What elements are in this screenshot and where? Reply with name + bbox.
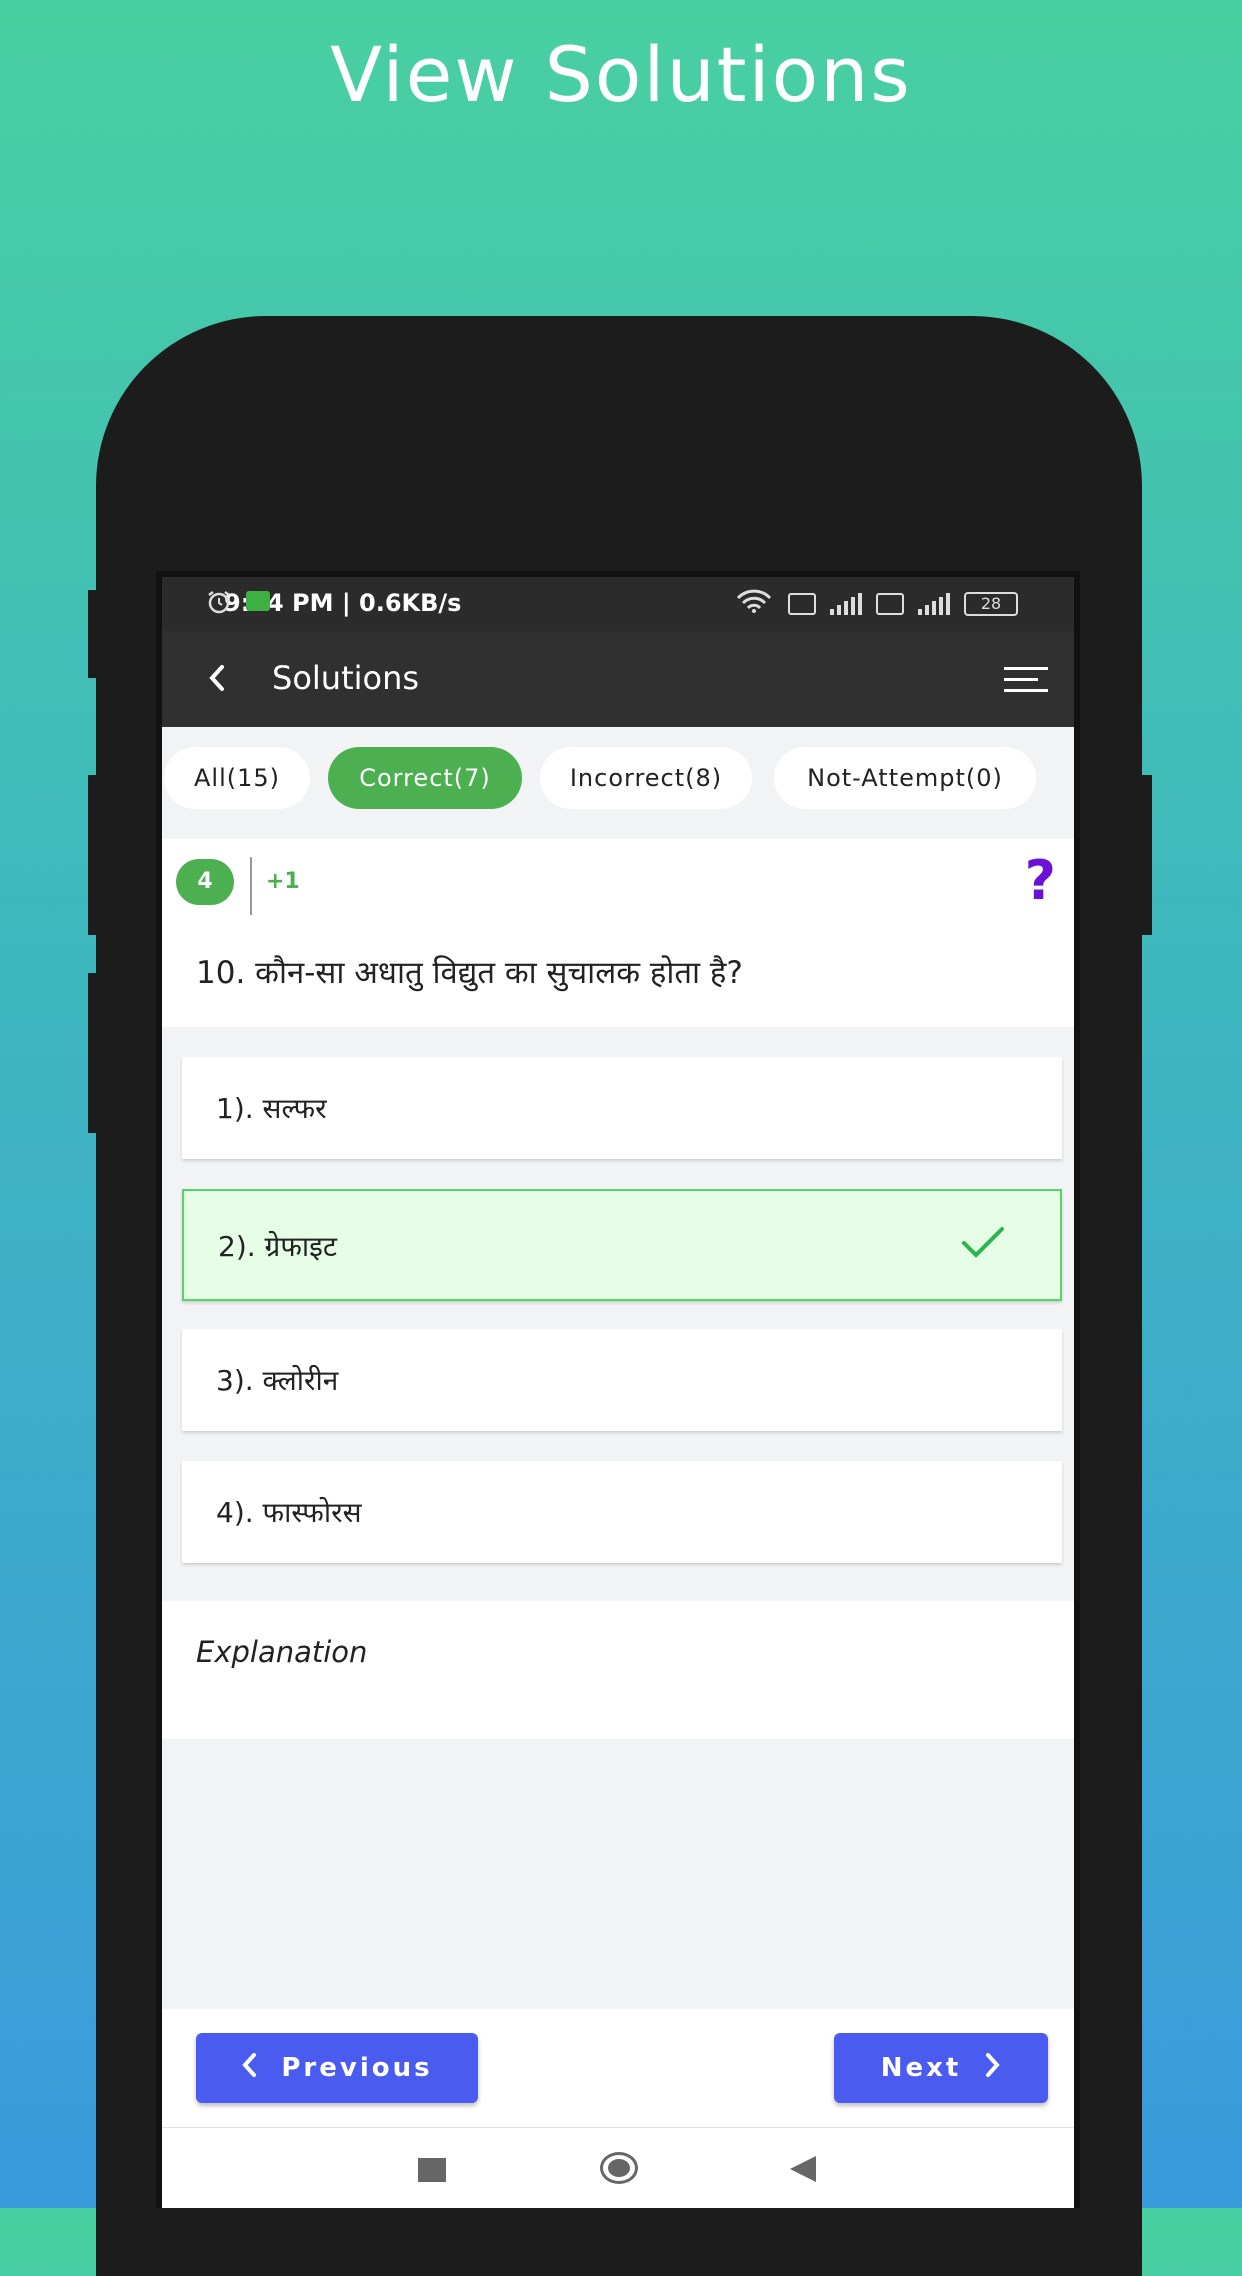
signal-icon-2 (918, 593, 950, 615)
phone-side-button-left-2 (88, 775, 100, 935)
next-button[interactable]: Next (834, 2033, 1048, 2103)
system-navigation-bar (162, 2127, 1074, 2208)
alarm-icon (206, 589, 232, 621)
bottom-nav-bar: Previous Next (162, 2009, 1074, 2127)
app-screen: 9:44 PM | 0.6KB/s 28 Solutions All(15) C… (162, 577, 1074, 2208)
volte-icon-2 (876, 593, 904, 615)
back-arrow-icon[interactable] (206, 661, 228, 699)
filter-correct-chip[interactable]: Correct(7) (328, 747, 522, 809)
chevron-left-icon (241, 2052, 259, 2085)
filter-incorrect-chip[interactable]: Incorrect(8) (540, 747, 752, 809)
status-icons: 28 (208, 589, 1018, 619)
explanation-label: Explanation (196, 1635, 368, 1669)
option-label: 3). क्लोरीन (216, 1364, 339, 1397)
option-4[interactable]: 4). फास्फोरस (182, 1461, 1062, 1563)
chevron-right-icon (983, 2052, 1001, 2085)
notification-app-icon (246, 591, 270, 611)
phone-side-button-right (1140, 775, 1152, 935)
question-text: 10. कौन-सा अधातु विद्युत का सुचालक होता … (196, 955, 743, 991)
signal-icon-1 (830, 593, 862, 615)
checkmark-icon (960, 1225, 1006, 1265)
recent-apps-icon[interactable] (418, 2158, 446, 2182)
status-bar: 9:44 PM | 0.6KB/s 28 (162, 577, 1074, 631)
home-icon[interactable] (600, 2152, 638, 2184)
previous-button[interactable]: Previous (196, 2033, 478, 2103)
volte-icon-1 (788, 593, 816, 615)
phone-side-button-left-1 (88, 590, 100, 678)
wifi-icon (734, 589, 774, 619)
promo-title: View Solutions (330, 30, 912, 119)
option-1[interactable]: 1). सल्फर (182, 1057, 1062, 1159)
filter-not-attempt-chip[interactable]: Not-Attempt(0) (774, 747, 1036, 809)
menu-icon[interactable] (1004, 665, 1050, 699)
previous-label: Previous (281, 2053, 433, 2083)
option-2-correct[interactable]: 2). ग्रेफाइट (182, 1189, 1062, 1301)
phone-side-button-left-3 (88, 973, 100, 1133)
option-3[interactable]: 3). क्लोरीन (182, 1329, 1062, 1431)
option-label: 2). ग्रेफाइट (218, 1230, 338, 1263)
option-label: 4). फास्फोरस (216, 1496, 362, 1529)
help-icon[interactable]: ? (1025, 849, 1056, 912)
option-label: 1). सल्फर (216, 1092, 327, 1125)
explanation-section: Explanation (162, 1601, 1074, 1739)
question-card: 4 +1 ? 10. कौन-सा अधातु विद्युत का सुचाल… (162, 839, 1074, 1027)
page-title: Solutions (272, 659, 420, 697)
app-bar: Solutions (162, 631, 1074, 727)
phone-screen: 9:44 PM | 0.6KB/s 28 Solutions All(15) C… (156, 571, 1080, 2208)
question-number-badge: 4 (176, 859, 234, 905)
question-header-divider (250, 857, 252, 915)
filter-all-chip[interactable]: All(15) (164, 747, 310, 809)
question-marks: +1 (266, 869, 300, 894)
battery-icon: 28 (964, 592, 1018, 616)
system-back-icon[interactable] (790, 2156, 816, 2182)
next-label: Next (880, 2053, 962, 2083)
filter-chips: All(15) Correct(7) Incorrect(8) Not-Atte… (162, 727, 1074, 835)
